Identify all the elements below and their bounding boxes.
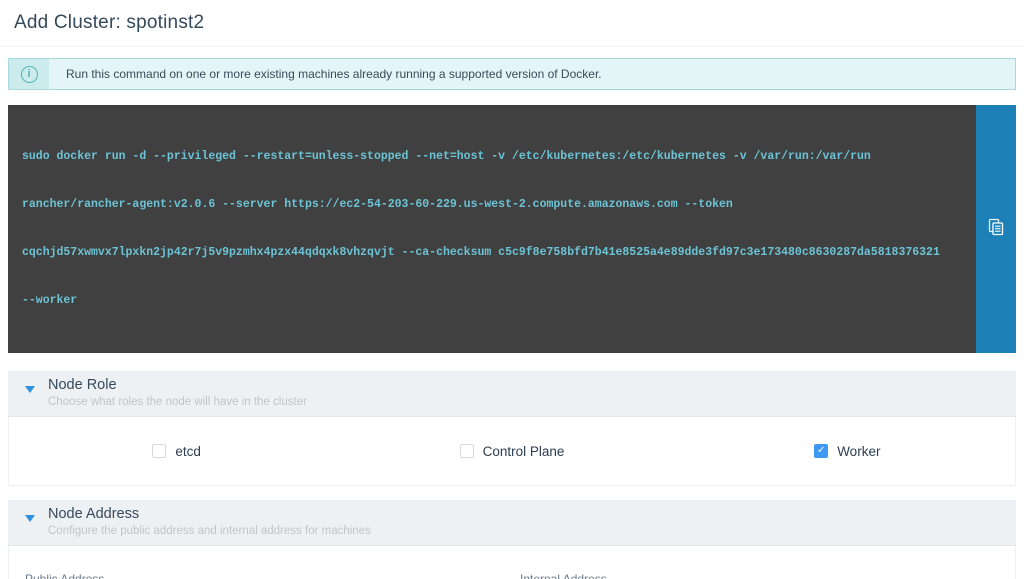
section-subtitle: Configure the public address and interna…: [48, 525, 1004, 538]
checkbox-label: Control Plane: [483, 444, 565, 459]
command-line: --worker: [22, 293, 962, 309]
checkbox-label: etcd: [175, 444, 201, 459]
info-circle-icon: i: [21, 66, 38, 83]
node-role-options: ✓ etcd ✓ Control Plane ✓ Worker: [9, 417, 1015, 485]
checkbox-box[interactable]: ✓: [152, 444, 166, 458]
checkbox-worker[interactable]: ✓ Worker: [680, 444, 1015, 459]
chevron-down-icon: [25, 515, 35, 522]
checkbox-label: Worker: [837, 444, 880, 459]
checkbox-box[interactable]: ✓: [460, 444, 474, 458]
content: i Run this command on one or more existi…: [0, 58, 1024, 579]
field-label: Internal Address: [520, 572, 999, 579]
copy-command-button[interactable]: [976, 105, 1016, 353]
checkmark-icon: ✓: [817, 446, 825, 456]
info-banner: i Run this command on one or more existi…: [8, 58, 1016, 90]
command-line: cqchjd57xwmvx7lpxkn2jp42r7j5v9pzmhx4pzx4…: [22, 245, 962, 261]
field-public-address: Public Address: [25, 572, 504, 579]
command-line: sudo docker run -d --privileged --restar…: [22, 149, 962, 165]
checkbox-box[interactable]: ✓: [814, 444, 828, 458]
command-line: rancher/rancher-agent:v2.0.6 --server ht…: [22, 197, 962, 213]
field-internal-address: Internal Address: [520, 572, 999, 579]
section-title: Node Role: [48, 377, 1004, 394]
section-subtitle: Choose what roles the node will have in …: [48, 396, 1004, 409]
section-header-node-role[interactable]: Node Role Choose what roles the node wil…: [8, 371, 1016, 417]
info-banner-text: Run this command on one or more existing…: [49, 59, 619, 89]
section-title: Node Address: [48, 506, 1004, 523]
section-node-address: Node Address Configure the public addres…: [8, 500, 1016, 579]
checkbox-etcd[interactable]: ✓ etcd: [9, 444, 344, 459]
section-body-node-address: Public Address Internal Address: [8, 546, 1016, 579]
info-banner-icon-cell: i: [9, 59, 49, 89]
node-address-fields: Public Address Internal Address: [9, 546, 1015, 579]
command-block: sudo docker run -d --privileged --restar…: [8, 105, 1016, 353]
section-body-node-role: ✓ etcd ✓ Control Plane ✓ Worker: [8, 417, 1016, 486]
clipboard-copy-icon: [988, 218, 1004, 241]
section-node-role: Node Role Choose what roles the node wil…: [8, 371, 1016, 486]
checkbox-control-plane[interactable]: ✓ Control Plane: [344, 444, 679, 459]
field-label: Public Address: [25, 572, 504, 579]
section-header-node-address[interactable]: Node Address Configure the public addres…: [8, 500, 1016, 546]
page-header: Add Cluster: spotinst2: [0, 0, 1024, 47]
chevron-down-icon: [25, 386, 35, 393]
page-title: Add Cluster: spotinst2: [14, 12, 1010, 34]
command-text: sudo docker run -d --privileged --restar…: [8, 105, 976, 353]
